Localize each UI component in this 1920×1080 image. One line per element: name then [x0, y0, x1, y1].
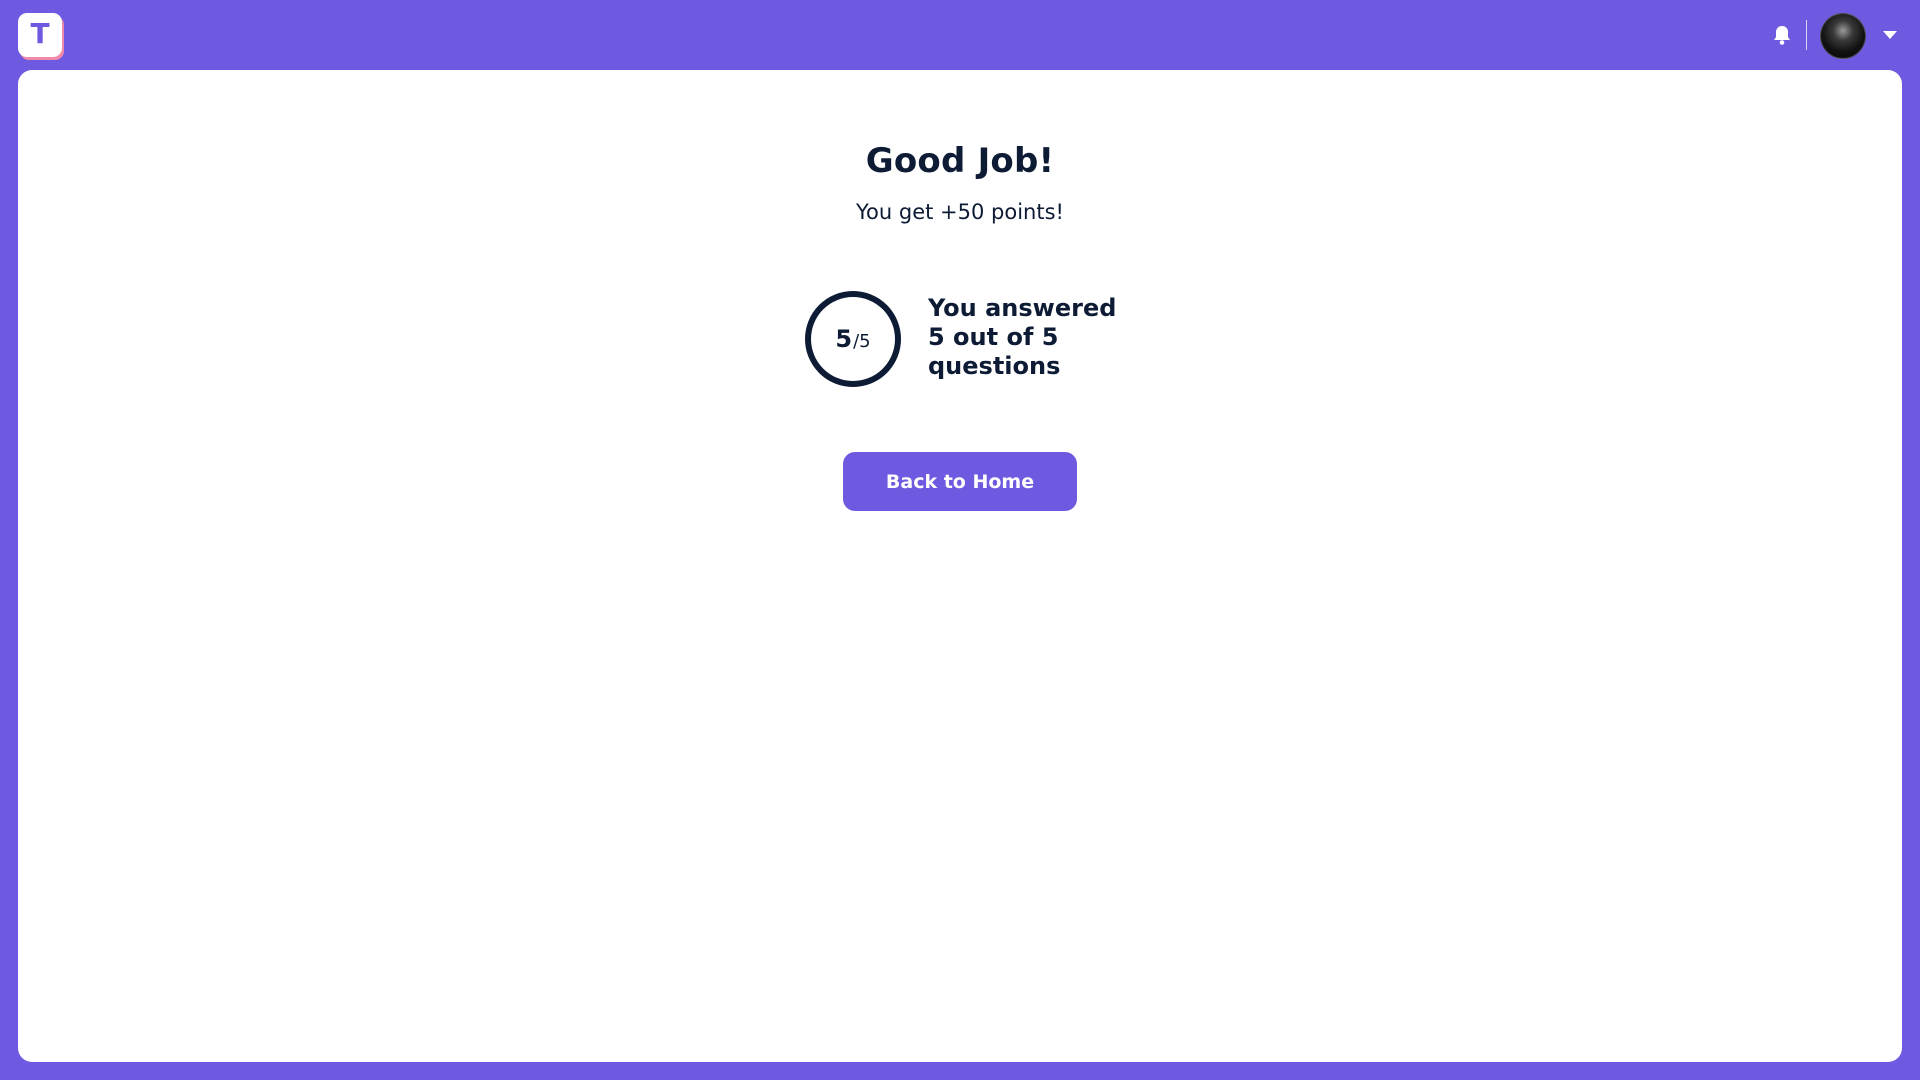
- score-correct: 5: [835, 325, 853, 353]
- avatar[interactable]: [1820, 13, 1866, 59]
- score-display: 5 /5: [803, 289, 903, 389]
- bell-icon[interactable]: [1772, 24, 1792, 46]
- points-message: You get +50 points!: [856, 200, 1064, 224]
- back-to-home-button[interactable]: Back to Home: [843, 452, 1077, 511]
- answered-summary: You answered 5 out of 5 questions: [928, 294, 1117, 380]
- toolbar-divider: [1806, 20, 1807, 50]
- top-navigation-bar: T: [0, 0, 1920, 70]
- app-logo[interactable]: T: [18, 13, 62, 57]
- page-title: Good Job!: [865, 140, 1055, 181]
- score-total: /5: [853, 330, 871, 352]
- logo-letter: T: [30, 17, 50, 50]
- chevron-down-icon[interactable]: [1882, 29, 1898, 41]
